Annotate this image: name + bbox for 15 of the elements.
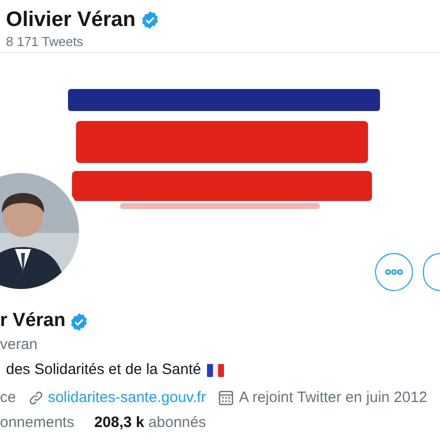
stat-link[interactable]: onnements: [0, 412, 74, 434]
tweet-count: 8 171 Tweets: [6, 34, 84, 50]
round-button[interactable]: [423, 253, 440, 291]
profile-name: Olivier Véran: [6, 7, 136, 33]
more-button[interactable]: [375, 253, 413, 291]
calendar-icon: [218, 390, 234, 406]
stat-link[interactable]: 208,3 k abonnés: [94, 412, 206, 434]
user-handle: veran: [0, 335, 38, 355]
link-icon: [28, 390, 44, 406]
more-icon: [385, 269, 403, 275]
location-text: ce: [0, 388, 16, 408]
join-date: A rejoint Twitter en juin 2012: [238, 388, 428, 408]
website-link[interactable]: solidarites-sante.gouv.fr: [48, 386, 206, 409]
display-name: r Véran: [0, 309, 66, 334]
bio-text: des Solidarités et de la Santé: [5, 360, 202, 380]
